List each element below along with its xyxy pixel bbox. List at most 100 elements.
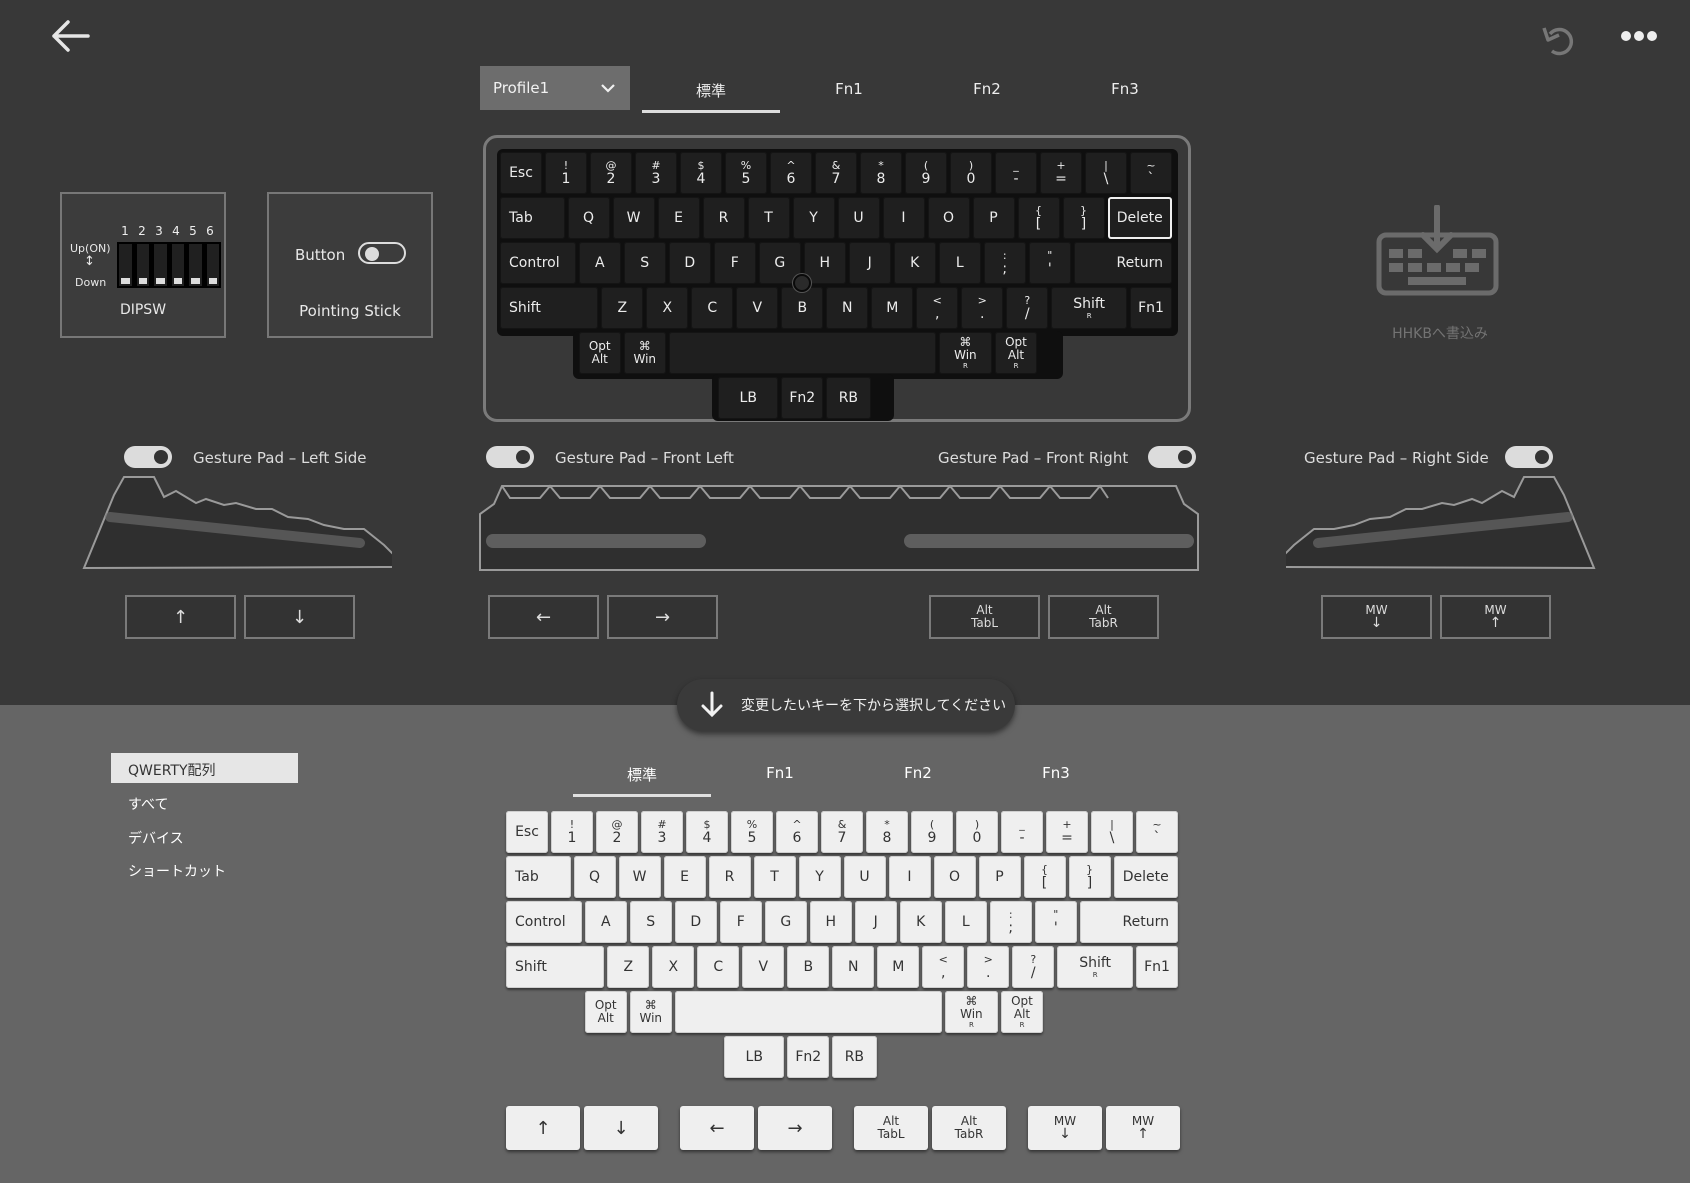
palette-key-sym[interactable]: + = [1046,811,1088,853]
preview-key-control[interactable]: Control [500,242,576,284]
palette-key-sym[interactable]: _ - [1001,811,1043,853]
preview-key-n[interactable]: N [826,287,869,329]
preview-key-x[interactable]: X [646,287,689,329]
tab-fn2[interactable]: Fn2 [918,80,1056,113]
palette-key-shift[interactable]: Shift [506,946,605,988]
palette-key-d[interactable]: D [674,901,717,943]
preview-key-q[interactable]: Q [567,197,610,239]
palette-key-space[interactable] [674,991,942,1033]
palette-key-sym[interactable]: ^ 6 [776,811,818,853]
palette-key-sym[interactable]: ⌘ Win [629,991,672,1033]
gesture-left-side-toggle[interactable] [124,446,172,468]
gesture-left-down-button[interactable]: ↓ [244,595,355,639]
preview-key-sym[interactable]: | \ [1085,152,1127,194]
tab-standard[interactable]: 標準 [642,80,780,113]
gesture-front-left-left-button[interactable]: ← [488,595,599,639]
preview-key-i[interactable]: I [882,197,925,239]
palette-key-l[interactable]: L [944,901,987,943]
preview-key-v[interactable]: V [736,287,779,329]
preview-key-r[interactable]: R [702,197,745,239]
preview-key-sym[interactable]: ⌘ Win [623,332,666,374]
preview-key-f[interactable]: F [713,242,756,284]
palette-key-mw-up[interactable]: MW ↑ [1106,1106,1180,1150]
palette-key-control[interactable]: Control [506,901,582,943]
palette-key-n[interactable]: N [832,946,875,988]
preview-key-c[interactable]: C [691,287,734,329]
preview-key-sym[interactable]: ⌘ Win R [938,332,992,374]
preview-key-sym[interactable]: ~ ` [1130,152,1172,194]
preview-key-sym[interactable]: {[ [1017,197,1060,239]
palette-key-sym[interactable]: $4 [686,811,728,853]
palette-key-alt-tabr[interactable]: Alt TabR [932,1106,1006,1150]
preview-key-s[interactable]: S [623,242,666,284]
palette-key-f[interactable]: F [719,901,762,943]
back-button[interactable] [48,18,96,58]
palette-key-o[interactable]: O [933,856,976,898]
palette-key-q[interactable]: Q [573,856,616,898]
palette-key-m[interactable]: M [877,946,920,988]
preview-key-sym[interactable]: + = [1040,152,1082,194]
preview-key-sym[interactable]: <, [916,287,959,329]
gesture-left-up-button[interactable]: ↑ [125,595,236,639]
palette-key-sym[interactable]: * 8 [866,811,908,853]
preview-key-e[interactable]: E [657,197,700,239]
preview-key-sym[interactable]: * 8 [860,152,902,194]
palette-key-esc[interactable]: Esc [506,811,548,853]
palette-key-sym[interactable]: ? / [1012,946,1055,988]
gesture-front-right-alt-tabr-button[interactable]: Alt TabR [1048,595,1159,639]
palette-key-alt-tabl[interactable]: Alt TabL [854,1106,928,1150]
palette-key-fn1[interactable]: Fn1 [1136,946,1178,988]
palette-key-sym[interactable]: <, [922,946,965,988]
palette-key-i[interactable]: I [888,856,931,898]
preview-key-b[interactable]: B [781,287,824,329]
preview-key-sym[interactable]: $4 [680,152,722,194]
profile-select[interactable]: Profile1 [480,66,630,110]
palette-key-s[interactable]: S [629,901,672,943]
preview-key-return[interactable]: Return [1073,242,1172,284]
palette-key-sym[interactable]: " ' [1034,901,1077,943]
gesture-front-left-toggle[interactable] [486,446,534,468]
tab-fn1[interactable]: Fn1 [780,80,918,113]
lower-tab-fn2[interactable]: Fn2 [849,764,987,797]
preview-key-sym[interactable]: @2 [590,152,632,194]
palette-key-sym[interactable]: @2 [596,811,638,853]
preview-key-esc[interactable]: Esc [500,152,542,194]
preview-key-u[interactable]: U [837,197,880,239]
palette-key-h[interactable]: H [809,901,852,943]
dipsw-panel[interactable]: 1 2 3 4 5 6 Up(ON) ↕ Down DIPSW [60,192,226,338]
preview-key-sym[interactable]: ! 1 [545,152,587,194]
palette-key-lb[interactable]: LB [724,1036,785,1078]
palette-key-e[interactable]: E [663,856,706,898]
palette-key-y[interactable]: Y [798,856,841,898]
palette-key-sym[interactable]: >. [967,946,1010,988]
gesture-front-right-alt-tabl-button[interactable]: Alt TabL [929,595,1040,639]
preview-key-opt[interactable]: Opt Alt R [995,332,1037,374]
palette-key-a[interactable]: A [584,901,627,943]
gesture-front-left-right-button[interactable]: → [607,595,718,639]
palette-key-sym[interactable]: ) 0 [956,811,998,853]
preview-key-sym[interactable]: ^ 6 [770,152,812,194]
palette-key-sym[interactable]: | \ [1091,811,1133,853]
lower-tab-fn3[interactable]: Fn3 [987,764,1125,797]
palette-key-w[interactable]: W [618,856,661,898]
palette-key-sym[interactable]: ~ ` [1136,811,1178,853]
preview-key-h[interactable]: H [803,242,846,284]
preview-key-t[interactable]: T [747,197,790,239]
undo-button[interactable] [1538,20,1582,60]
preview-key-shift[interactable]: Shift [500,287,599,329]
palette-key-k[interactable]: K [899,901,942,943]
preview-key-z[interactable]: Z [601,287,644,329]
palette-key-mw-down[interactable]: MW ↓ [1028,1106,1102,1150]
preview-key-delete[interactable]: Delete [1107,197,1172,239]
palette-key-sym[interactable]: :; [989,901,1032,943]
palette-key-j[interactable]: J [854,901,897,943]
palette-key-sym[interactable]: & 7 [821,811,863,853]
palette-key-sym[interactable]: % 5 [731,811,773,853]
preview-key-w[interactable]: W [612,197,655,239]
write-to-hhkb-button[interactable]: HHKBへ書込み [1340,165,1540,355]
palette-key-return[interactable]: Return [1079,901,1178,943]
palette-key-sym[interactable]: #3 [641,811,683,853]
more-button[interactable] [1620,28,1660,48]
preview-key-a[interactable]: A [578,242,621,284]
palette-key-sym[interactable]: (9 [911,811,953,853]
